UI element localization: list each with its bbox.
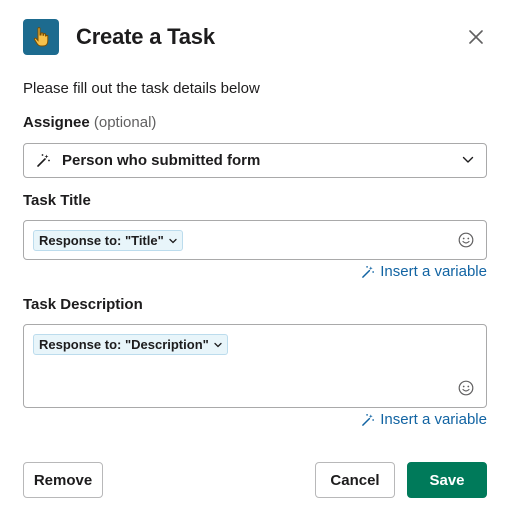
insert-variable-label: Insert a variable: [380, 411, 487, 428]
description-variable-token[interactable]: Response to: "Description": [33, 334, 228, 355]
assignee-select[interactable]: Person who submitted form: [23, 143, 487, 178]
close-button[interactable]: [465, 26, 487, 48]
insert-variable-label: Insert a variable: [380, 263, 487, 280]
save-button[interactable]: Save: [407, 462, 487, 498]
title-token-label: Response to: "Title": [39, 233, 164, 248]
dialog-intro: Please fill out the task details below: [23, 80, 260, 97]
task-description-input[interactable]: Response to: "Description": [23, 324, 487, 408]
emoji-icon[interactable]: [458, 380, 474, 396]
dialog-header: Create a Task: [23, 19, 487, 55]
assignee-label-text: Assignee: [23, 114, 90, 131]
chevron-down-icon: [214, 342, 222, 347]
chevron-down-icon: [169, 238, 177, 243]
emoji-icon[interactable]: [458, 232, 474, 248]
assignee-value: Person who submitted form: [62, 152, 261, 169]
task-description-label: Task Description: [23, 296, 143, 313]
optional-hint: (optional): [93, 114, 157, 131]
magic-wand-icon: [37, 154, 50, 167]
remove-button[interactable]: Remove: [23, 462, 103, 498]
task-title-input[interactable]: Response to: "Title": [23, 220, 487, 260]
close-icon: [469, 30, 483, 44]
cancel-button[interactable]: Cancel: [315, 462, 395, 498]
pointing-hand-icon: [33, 27, 49, 47]
insert-variable-link-description[interactable]: Insert a variable: [361, 411, 487, 428]
insert-variable-link-title[interactable]: Insert a variable: [361, 263, 487, 280]
magic-wand-icon: [362, 413, 375, 426]
title-variable-token[interactable]: Response to: "Title": [33, 230, 183, 251]
chevron-down-icon: [462, 156, 474, 163]
assignee-label: Assignee (optional): [23, 114, 156, 131]
task-title-label: Task Title: [23, 192, 91, 209]
app-icon: [23, 19, 59, 55]
dialog-title: Create a Task: [76, 24, 215, 49]
description-token-label: Response to: "Description": [39, 337, 209, 352]
magic-wand-icon: [362, 265, 375, 278]
